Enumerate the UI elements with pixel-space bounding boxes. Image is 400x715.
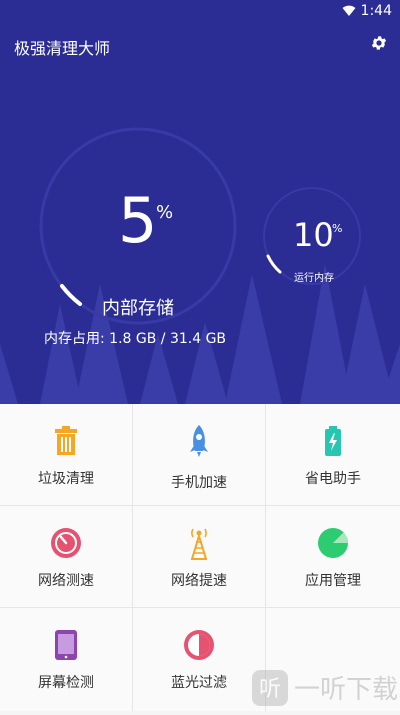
storage-percent-sign: % [156, 202, 174, 223]
tool-network-boost[interactable]: 网络提速 [133, 506, 266, 608]
memory-usage-text: 内存占用: 1.8 GB / 31.4 GB [44, 331, 227, 347]
watermark-logo: 听 一听下载 [252, 666, 400, 711]
status-bar: 1:44 [0, 0, 400, 24]
dashboard-header: 1:44 极强清理大师 5 % 内部存储 内存占用: 1.8 GB / 31.4… [0, 0, 400, 404]
tool-speed-test[interactable]: 网络测速 [0, 506, 133, 608]
tool-power-saver[interactable]: 省电助手 [266, 404, 400, 506]
tool-label: 应用管理 [305, 573, 361, 589]
tool-label: 屏幕检测 [38, 675, 94, 691]
rocket-icon [190, 425, 208, 457]
tool-label: 网络提速 [171, 573, 227, 589]
app-title: 极强清理大师 [14, 39, 111, 58]
speedometer-icon [51, 528, 81, 558]
ram-label: 运行内存 [294, 273, 334, 284]
storage-percent: 5 [118, 184, 158, 257]
wifi-icon [342, 5, 356, 16]
tool-label: 省电助手 [305, 471, 361, 487]
ram-percent-sign: % [332, 222, 343, 235]
trash-icon [55, 426, 77, 455]
tablet-icon [55, 630, 77, 660]
gear-icon[interactable] [370, 34, 388, 52]
tool-blue-light-filter[interactable]: 蓝光过滤 [133, 608, 266, 711]
tool-label: 蓝光过滤 [171, 675, 227, 691]
tool-label: 手机加速 [171, 475, 227, 491]
tools-grid: 垃圾清理 手机加速 省电助手 网络测速 网络提速 应用管理 屏幕检测 蓝光过滤 [0, 404, 400, 711]
watermark-text: 一听下载 [294, 675, 398, 705]
status-time: 1:44 [360, 3, 392, 19]
tool-label: 网络测速 [38, 573, 94, 589]
ram-percent: 10 [293, 216, 334, 254]
half-circle-icon [184, 630, 214, 660]
watermark-logo-text: 听 [259, 677, 281, 702]
pie-chart-icon [318, 528, 348, 558]
tool-phone-boost[interactable]: 手机加速 [133, 404, 266, 506]
tool-screen-check[interactable]: 屏幕检测 [0, 608, 133, 711]
battery-icon [325, 426, 341, 456]
tool-junk-clean[interactable]: 垃圾清理 [0, 404, 133, 506]
tool-label: 垃圾清理 [38, 471, 94, 487]
signal-tower-icon [190, 528, 208, 560]
tool-app-manager[interactable]: 应用管理 [266, 506, 400, 608]
storage-label: 内部存储 [102, 298, 174, 319]
